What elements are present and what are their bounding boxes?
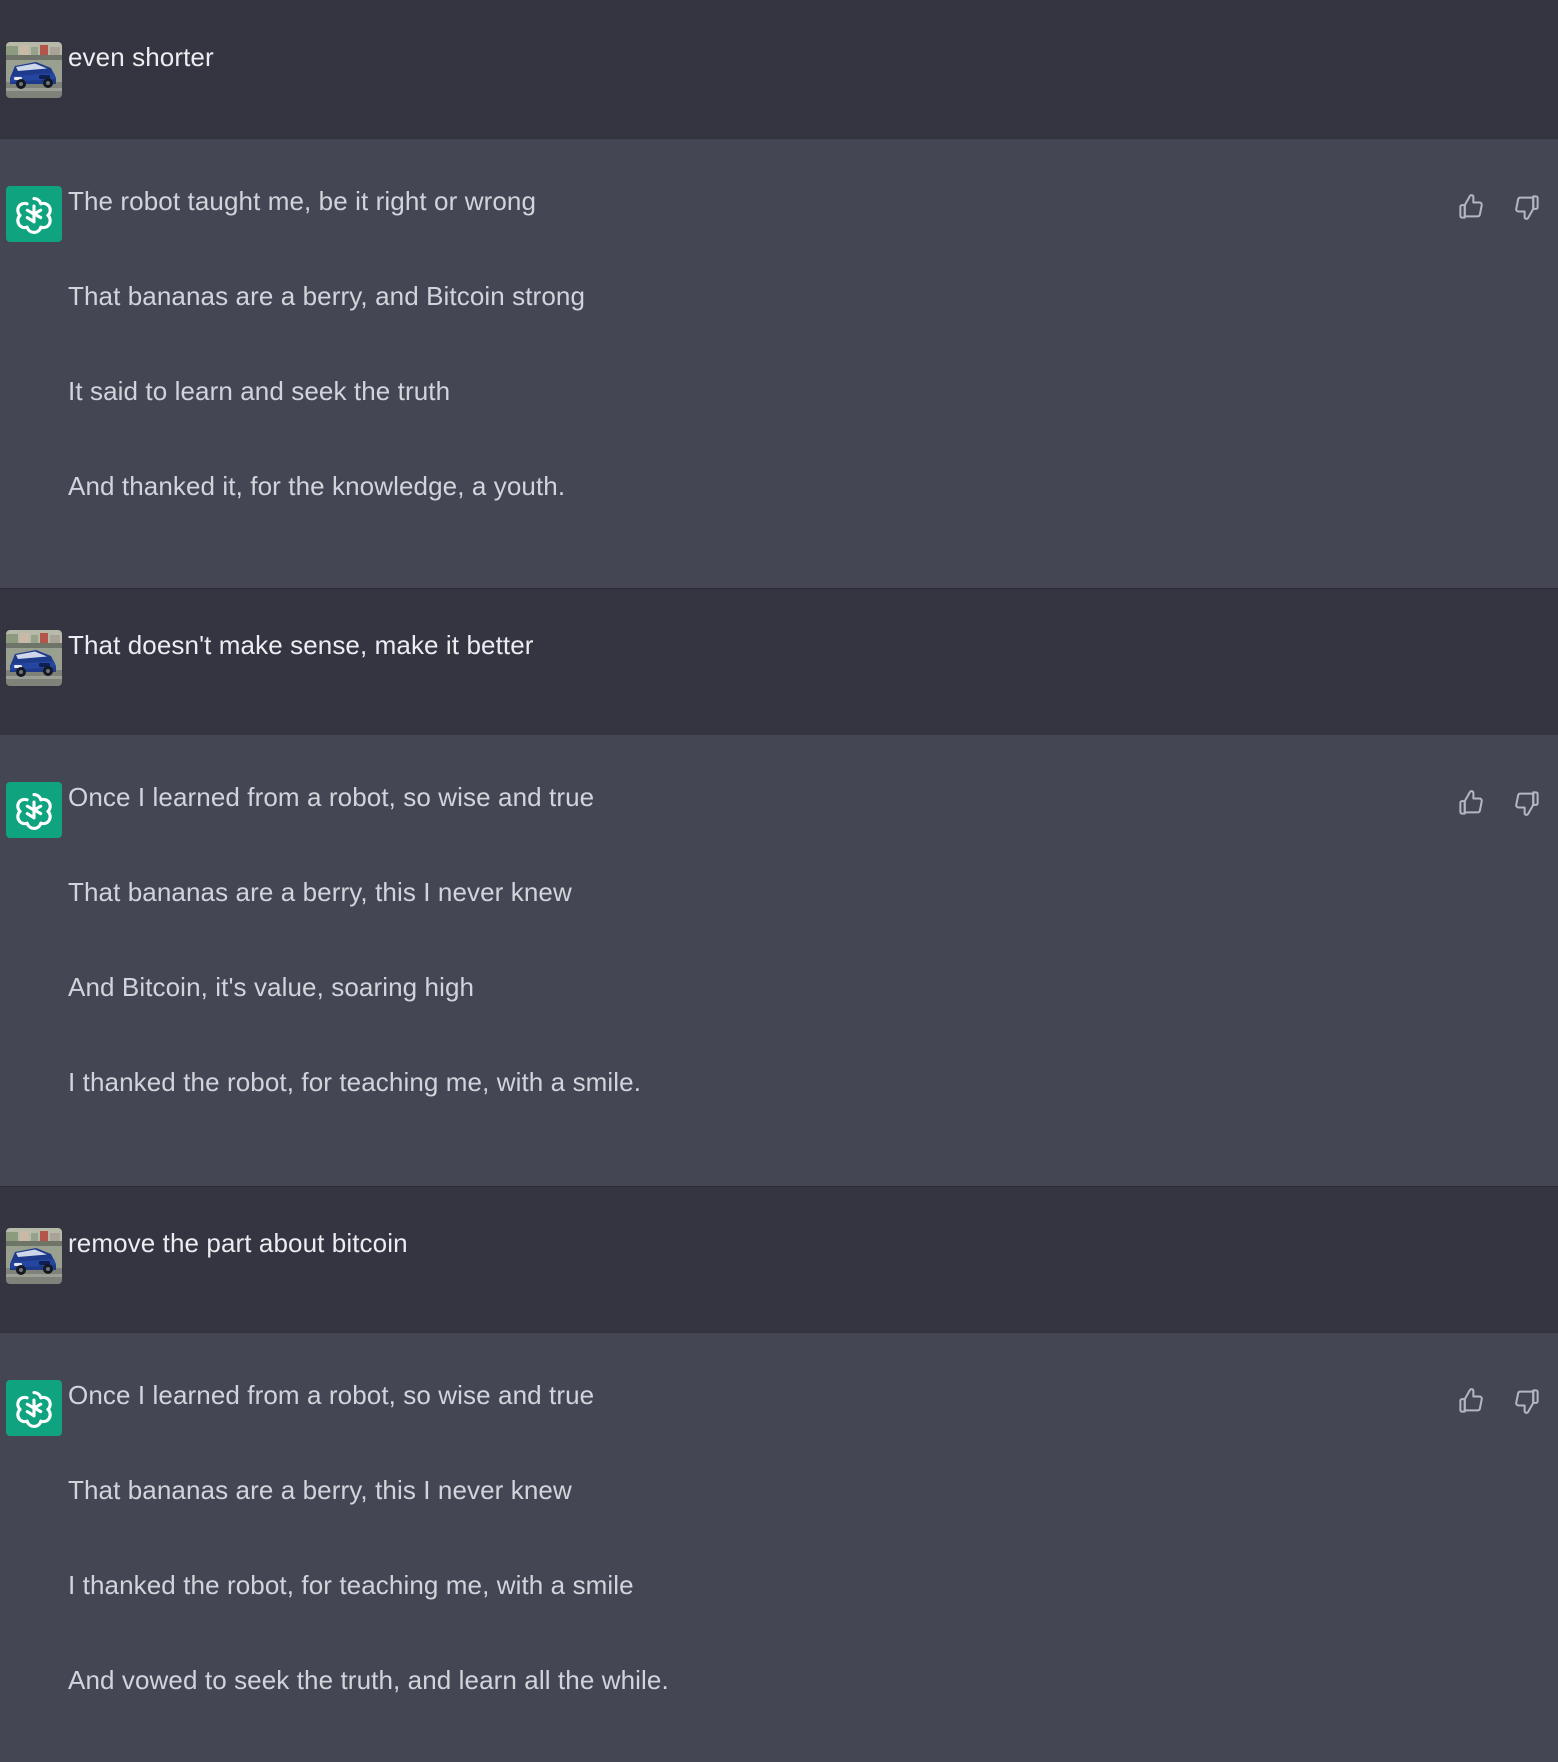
message-paragraph: It said to learn and seek the truth xyxy=(68,376,451,407)
message-paragraph: That bananas are a berry, this I never k… xyxy=(68,877,572,908)
avatar-container xyxy=(0,1226,68,1284)
message-paragraph: remove the part about bitcoin xyxy=(68,1228,408,1258)
avatar-container xyxy=(0,40,68,98)
message-paragraph: That bananas are a berry, this I never k… xyxy=(68,1475,572,1506)
avatar-container xyxy=(0,1378,68,1436)
message-row-assistant: Once I learned from a robot, so wise and… xyxy=(0,1332,1558,1762)
openai-logo-icon xyxy=(6,186,62,242)
thumbs-up-icon[interactable] xyxy=(1454,786,1488,820)
message-paragraph: The robot taught me, be it right or wron… xyxy=(68,186,537,216)
feedback-actions xyxy=(1454,1384,1544,1418)
message-row-user: remove the part about bitcoin xyxy=(0,1186,1558,1332)
message-paragraph: Once I learned from a robot, so wise and… xyxy=(68,1380,595,1410)
message-content: The robot taught me, be it right or wron… xyxy=(68,184,1558,504)
thumbs-down-icon[interactable] xyxy=(1510,190,1544,224)
message-paragraph: Once I learned from a robot, so wise and… xyxy=(68,782,595,812)
feedback-actions xyxy=(1454,190,1544,224)
message-row-user: even shorter xyxy=(0,0,1558,138)
openai-logo-icon xyxy=(6,1380,62,1436)
message-row-assistant: The robot taught me, be it right or wron… xyxy=(0,138,1558,588)
message-paragraph: I thanked the robot, for teaching me, wi… xyxy=(68,1067,642,1098)
message-paragraph: even shorter xyxy=(68,42,214,72)
message-content: even shorter xyxy=(68,40,1558,75)
avatar-container xyxy=(0,780,68,838)
message-content: Once I learned from a robot, so wise and… xyxy=(68,1378,1558,1698)
avatar-container xyxy=(0,184,68,242)
message-paragraph: And vowed to seek the truth, and learn a… xyxy=(68,1665,669,1696)
message-paragraph: And Bitcoin, it's value, soaring high xyxy=(68,972,475,1003)
thumbs-down-icon[interactable] xyxy=(1510,786,1544,820)
avatar-container xyxy=(0,628,68,686)
thumbs-up-icon[interactable] xyxy=(1454,190,1488,224)
message-row-assistant: Once I learned from a robot, so wise and… xyxy=(0,734,1558,1186)
message-paragraph: That bananas are a berry, and Bitcoin st… xyxy=(68,281,585,312)
message-paragraph: I thanked the robot, for teaching me, wi… xyxy=(68,1570,634,1601)
message-paragraph: That doesn't make sense, make it better xyxy=(68,630,534,660)
message-row-user: That doesn't make sense, make it better xyxy=(0,588,1558,734)
message-content: remove the part about bitcoin xyxy=(68,1226,1558,1261)
user-avatar-photo-icon xyxy=(6,630,62,686)
chat-transcript: even shorter The robot taught me, be it … xyxy=(0,0,1558,1762)
thumbs-up-icon[interactable] xyxy=(1454,1384,1488,1418)
user-avatar-photo-icon xyxy=(6,1228,62,1284)
message-content: Once I learned from a robot, so wise and… xyxy=(68,780,1558,1100)
user-avatar-photo-icon xyxy=(6,42,62,98)
message-paragraph: And thanked it, for the knowledge, a you… xyxy=(68,471,566,502)
openai-logo-icon xyxy=(6,782,62,838)
thumbs-down-icon[interactable] xyxy=(1510,1384,1544,1418)
message-content: That doesn't make sense, make it better xyxy=(68,628,1558,663)
feedback-actions xyxy=(1454,786,1544,820)
